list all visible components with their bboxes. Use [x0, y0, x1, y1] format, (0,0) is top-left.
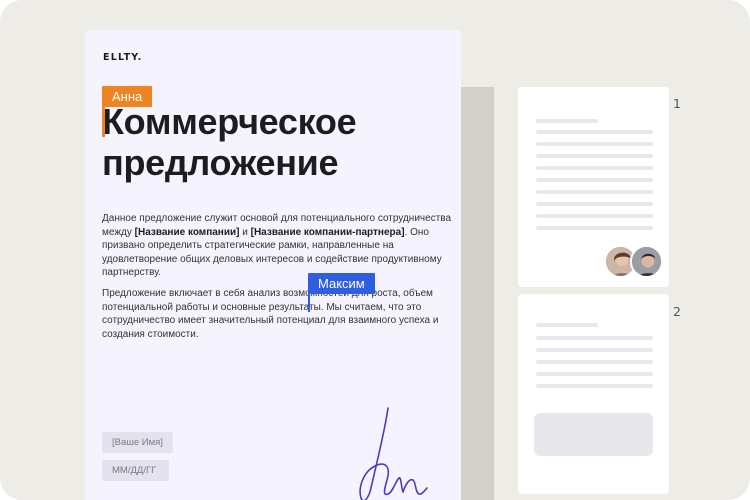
thumb-line	[536, 202, 653, 206]
signature-image	[359, 407, 428, 500]
thumb-line	[536, 384, 653, 388]
collaborator-cursor-anna	[102, 107, 105, 137]
thumb-line	[536, 214, 653, 218]
thumb-line	[536, 226, 653, 230]
avatar-maxim	[630, 245, 663, 278]
thumb-line	[536, 348, 653, 352]
company-placeholder: [Название компании]	[134, 226, 240, 238]
collaborator-tag-anna: Анна	[102, 86, 153, 107]
thumb-line	[536, 190, 653, 194]
thumb-line	[536, 360, 653, 364]
thumb-line	[536, 336, 653, 340]
scope-paragraph[interactable]: Предложение включает в себя анализ возмо…	[102, 287, 452, 341]
thumb-line	[536, 166, 653, 170]
thumb-line	[536, 178, 653, 182]
date-field[interactable]: ММ/ДД/ГГ	[102, 460, 169, 481]
page-number-2: 2	[673, 304, 681, 319]
thumb-placeholder-block	[534, 413, 653, 456]
name-field[interactable]: [Ваше Имя]	[102, 432, 173, 453]
document-page[interactable]: ELLTY. Коммерческое предложение Анна Дан…	[85, 30, 461, 500]
thumb-line	[536, 130, 653, 134]
partner-placeholder: [Название компании-партнера]	[250, 226, 405, 238]
brand-logo: ELLTY.	[103, 52, 143, 63]
thumb-line	[536, 323, 598, 327]
collaborator-cursor-maxim	[308, 292, 310, 312]
document-title[interactable]: Коммерческое предложение	[102, 101, 452, 183]
collaborator-tag-maxim: Максим	[308, 273, 375, 294]
thumb-line	[536, 142, 653, 146]
intro-text-2: и	[239, 226, 251, 238]
thumb-line	[536, 372, 653, 376]
page-number-1: 1	[673, 96, 681, 111]
intro-paragraph[interactable]: Данное предложение служит основой для по…	[102, 212, 452, 280]
app-canvas: ELLTY. Коммерческое предложение Анна Дан…	[0, 0, 750, 500]
thumb-line	[536, 119, 598, 123]
page-thumbnail-2[interactable]	[518, 294, 669, 494]
thumb-line	[536, 154, 653, 158]
